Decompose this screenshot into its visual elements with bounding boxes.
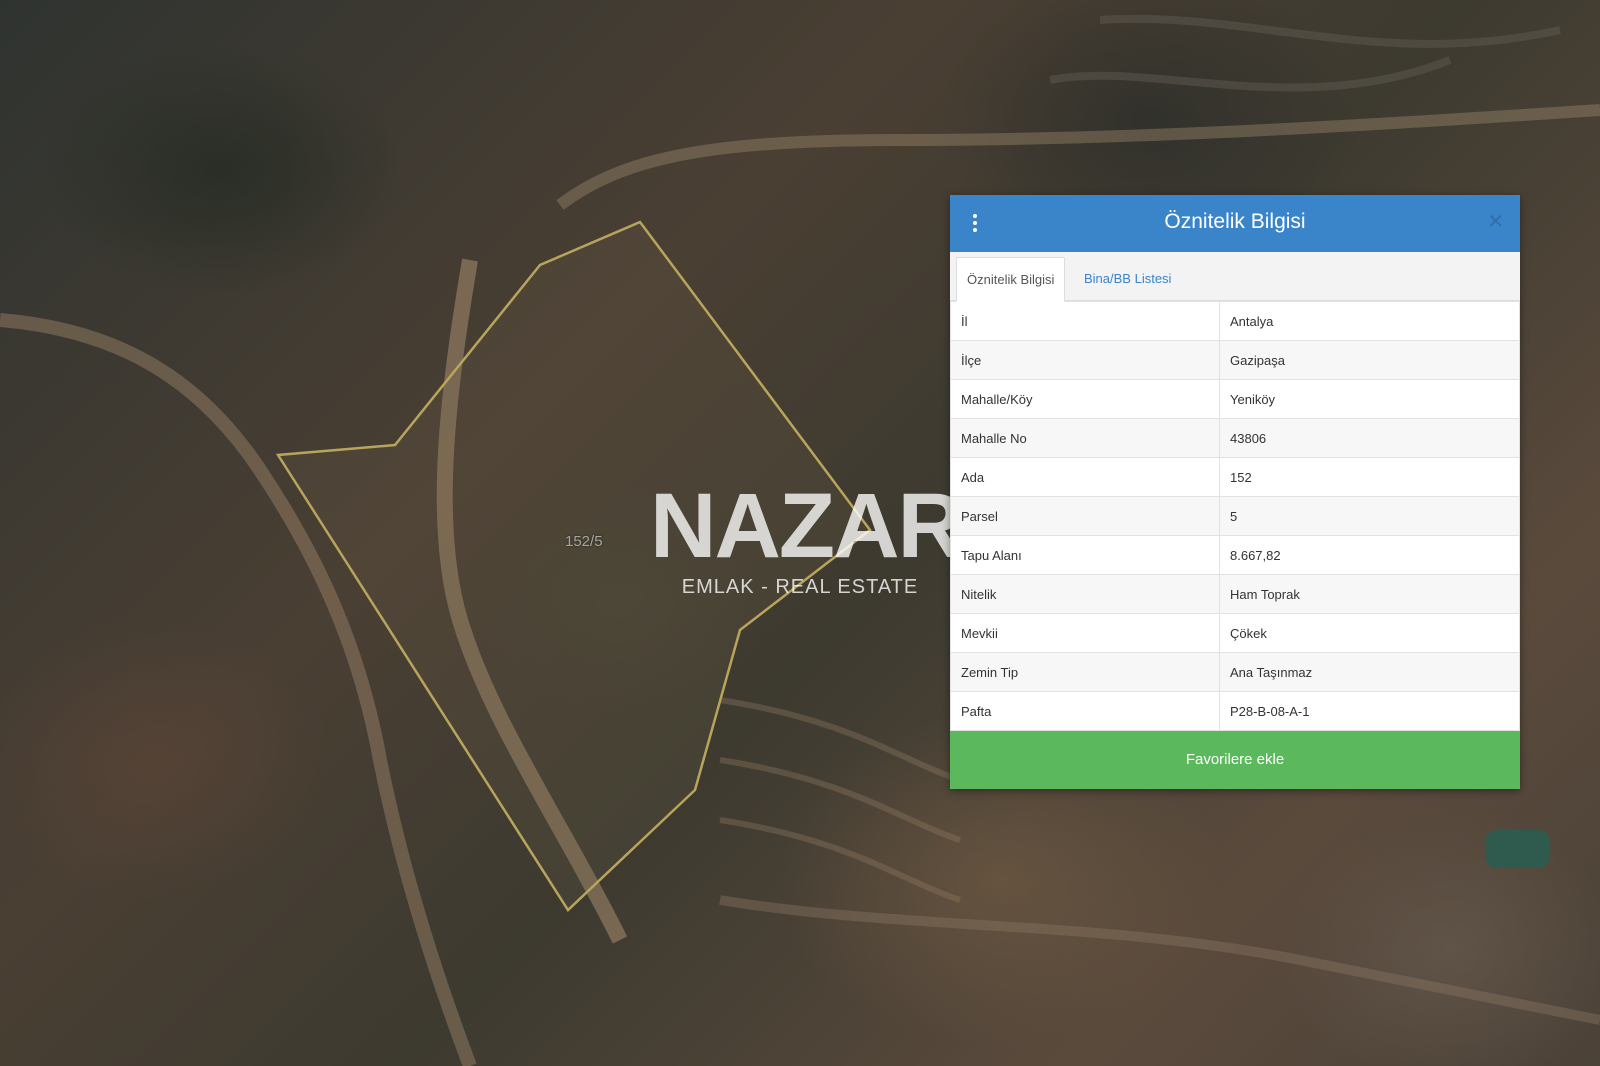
road	[556, 104, 1600, 210]
panel-title: Öznitelik Bilgisi	[1164, 210, 1306, 233]
attribute-value: 5	[1219, 496, 1520, 536]
attribute-key: Zemin Tip	[950, 652, 1220, 692]
attribute-info-panel: Öznitelik Bilgisi ✕ Öznitelik Bilgisi Bi…	[950, 195, 1520, 789]
panel-tabs: Öznitelik Bilgisi Bina/BB Listesi	[950, 252, 1520, 302]
panel-header: Öznitelik Bilgisi ✕	[950, 195, 1520, 252]
table-row: Pafta P28-B-08-A-1	[950, 691, 1520, 731]
terrace	[1099, 14, 1561, 48]
road	[719, 895, 1600, 1025]
attribute-value: P28-B-08-A-1	[1219, 691, 1520, 731]
terrace	[1049, 56, 1452, 92]
road	[0, 313, 477, 1066]
pond	[1485, 830, 1550, 868]
watermark: NAZAR EMLAK - REAL ESTATE	[650, 475, 964, 599]
attribute-key: İlçe	[950, 340, 1220, 380]
attribute-value: 43806	[1219, 418, 1520, 458]
attribute-key: Nitelik	[950, 574, 1220, 614]
table-row: Mevkii Çökek	[950, 613, 1520, 653]
parcel-number-label: 152/5	[565, 533, 603, 550]
add-to-favorites-button[interactable]: Favorilere ekle	[950, 731, 1520, 789]
attribute-key: Tapu Alanı	[950, 535, 1220, 575]
tab-attribute-info[interactable]: Öznitelik Bilgisi	[956, 257, 1066, 302]
attribute-key: Parsel	[950, 496, 1220, 536]
attribute-value: 8.667,82	[1219, 535, 1520, 575]
watermark-logo: NAZAR	[650, 475, 964, 577]
watermark-tagline: EMLAK - REAL ESTATE	[681, 576, 919, 598]
attribute-value: Ham Toprak	[1219, 574, 1520, 614]
attribute-table: İl Antalya İlçe Gazipaşa Mahalle/Köy Yen…	[950, 301, 1520, 731]
close-icon[interactable]: ✕	[1487, 209, 1504, 234]
attribute-value: Yeniköy	[1219, 379, 1520, 419]
table-row: Parsel 5	[950, 496, 1520, 536]
table-row: Tapu Alanı 8.667,82	[950, 535, 1520, 575]
attribute-value: 152	[1219, 457, 1520, 497]
table-row: Mahalle No 43806	[950, 418, 1520, 458]
table-row: Mahalle/Köy Yeniköy	[950, 379, 1520, 419]
attribute-key: Ada	[950, 457, 1220, 497]
attribute-key: Mahalle/Köy	[950, 379, 1220, 419]
attribute-value: Ana Taşınmaz	[1219, 652, 1520, 692]
attribute-value: Antalya	[1219, 301, 1520, 341]
table-row: İl Antalya	[950, 301, 1520, 341]
tab-building-list[interactable]: Bina/BB Listesi	[1074, 257, 1181, 300]
terrace	[719, 817, 961, 903]
attribute-key: İl	[950, 301, 1220, 341]
attribute-value: Gazipaşa	[1219, 340, 1520, 380]
table-row: Nitelik Ham Toprak	[950, 574, 1520, 614]
attribute-value: Çökek	[1219, 613, 1520, 653]
table-row: Zemin Tip Ana Taşınmaz	[950, 652, 1520, 692]
table-row: Ada 152	[950, 457, 1520, 497]
attribute-key: Mevkii	[950, 613, 1220, 653]
attribute-key: Pafta	[950, 691, 1220, 731]
attribute-key: Mahalle No	[950, 418, 1220, 458]
table-row: İlçe Gazipaşa	[950, 340, 1520, 380]
